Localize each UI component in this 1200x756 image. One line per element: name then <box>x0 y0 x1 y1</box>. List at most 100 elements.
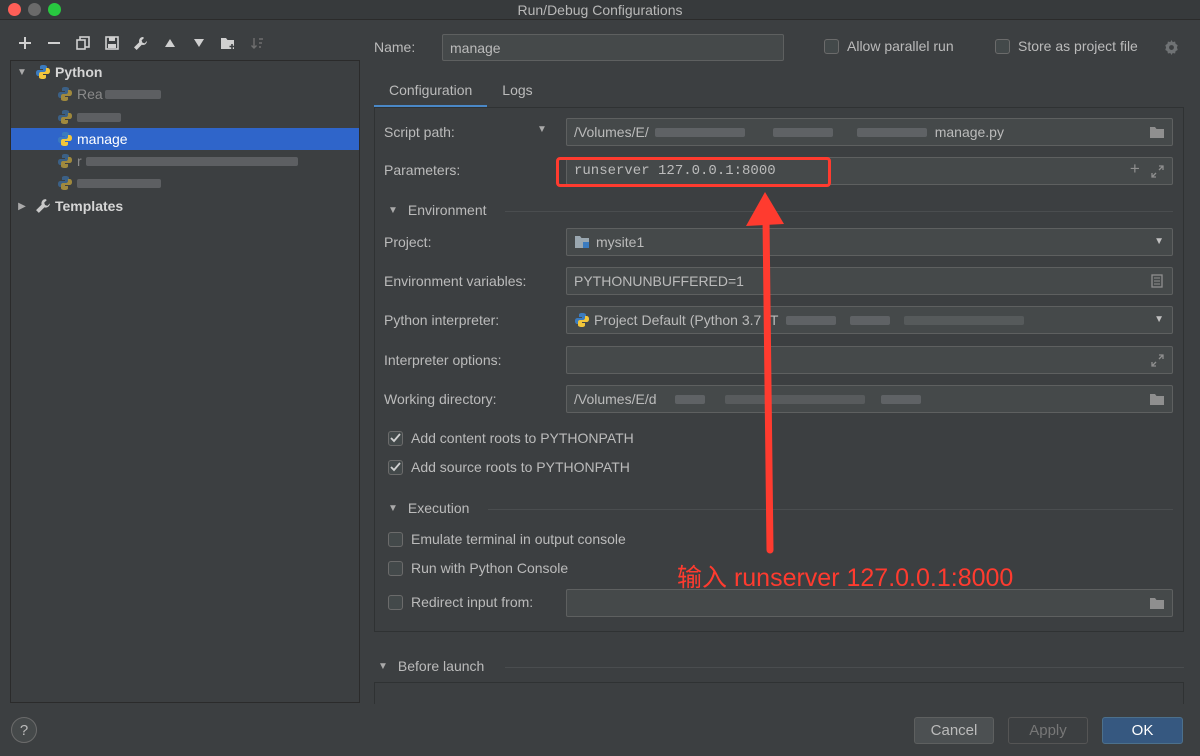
python-icon <box>58 110 72 124</box>
chevron-down-icon[interactable]: ▼ <box>15 65 29 79</box>
expand-icon[interactable] <box>1148 352 1166 368</box>
project-select[interactable]: mysite1 ▼ <box>566 228 1173 256</box>
redirect-input-checkbox[interactable]: Redirect input from: <box>388 594 533 610</box>
emulate-terminal-label: Emulate terminal in output console <box>411 531 626 547</box>
wrench-icon <box>36 199 50 213</box>
run-with-python-console-checkbox[interactable]: Run with Python Console <box>388 560 568 576</box>
tree-node-templates[interactable]: ▶ Templates <box>11 195 359 217</box>
project-folder-icon <box>575 236 589 248</box>
store-as-project-file-checkbox[interactable]: Store as project file <box>995 38 1138 54</box>
arrow-up-icon[interactable] <box>155 30 184 56</box>
tree-item[interactable] <box>11 106 359 128</box>
add-source-roots-checkbox[interactable]: Add source roots to PYTHONPATH <box>388 459 630 475</box>
folder-icon[interactable] <box>1148 391 1166 407</box>
section-divider <box>505 667 1184 668</box>
copy-icon[interactable] <box>68 30 97 56</box>
obscured-text <box>856 127 927 137</box>
tree-item-label: r <box>77 153 82 169</box>
add-parameter-icon[interactable]: + <box>1130 161 1140 180</box>
title-bar: Run/Debug Configurations <box>0 0 1200 20</box>
ok-button[interactable]: OK <box>1102 717 1183 744</box>
checkbox-box[interactable] <box>388 531 403 547</box>
python-interpreter-select[interactable]: Project Default (Python 3.7 (T ▼ <box>566 306 1173 334</box>
script-path-input[interactable]: /Volumes/E/ manage.py <box>566 118 1173 146</box>
working-directory-value: /Volumes/E/d <box>574 391 657 407</box>
working-directory-input[interactable]: /Volumes/E/d <box>566 385 1173 413</box>
sort-icon[interactable] <box>242 30 271 56</box>
interpreter-options-input[interactable] <box>566 346 1173 374</box>
project-value: mysite1 <box>596 234 645 250</box>
minus-icon[interactable] <box>39 30 68 56</box>
chevron-down-icon[interactable]: ▼ <box>1154 314 1164 325</box>
allow-parallel-run-checkbox[interactable]: Allow parallel run <box>824 38 954 54</box>
checkbox-box[interactable] <box>388 594 403 610</box>
arrow-down-icon[interactable] <box>184 30 213 56</box>
tree-item-label: Rea <box>77 86 103 102</box>
obscured-text <box>77 112 121 122</box>
save-icon[interactable] <box>97 30 126 56</box>
checkbox-box[interactable] <box>388 560 403 576</box>
tree-item[interactable]: Rea <box>11 83 359 105</box>
environment-variables-input[interactable]: PYTHONUNBUFFERED=1 <box>566 267 1173 295</box>
section-divider <box>488 509 1173 510</box>
name-input[interactable]: manage <box>442 34 784 61</box>
redirect-input-label: Redirect input from: <box>411 594 534 610</box>
tree-item-label: manage <box>77 131 128 147</box>
document-icon[interactable] <box>1148 273 1166 289</box>
interpreter-options-label: Interpreter options: <box>384 352 502 368</box>
script-path-label: Script path: <box>384 124 455 140</box>
tree-label-python: Python <box>55 64 103 80</box>
tab-logs[interactable]: Logs <box>487 78 547 108</box>
name-label: Name: <box>374 39 416 55</box>
apply-button[interactable]: Apply <box>1008 717 1088 744</box>
checkmark-icon[interactable] <box>388 430 403 446</box>
script-path-dropdown-icon[interactable]: ▼ <box>537 124 547 135</box>
checkbox-box[interactable] <box>824 38 839 54</box>
chevron-down-icon[interactable]: ▼ <box>388 503 398 514</box>
gear-icon[interactable] <box>1164 40 1179 58</box>
chevron-down-icon[interactable]: ▼ <box>378 661 388 672</box>
script-path-value: /Volumes/E/ <box>574 124 649 140</box>
execution-section-header[interactable]: ▼ Execution <box>388 500 469 516</box>
chevron-down-icon[interactable]: ▼ <box>388 205 398 216</box>
allow-parallel-run-label: Allow parallel run <box>847 38 954 54</box>
annotation-highlight-box <box>556 157 831 187</box>
python-icon <box>36 65 50 79</box>
plus-icon[interactable] <box>10 30 39 56</box>
emulate-terminal-checkbox[interactable]: Emulate terminal in output console <box>388 531 626 547</box>
help-button[interactable]: ? <box>11 717 37 743</box>
chevron-right-icon[interactable]: ▶ <box>15 199 29 213</box>
wrench-icon[interactable] <box>126 30 155 56</box>
tab-configuration[interactable]: Configuration <box>374 78 488 108</box>
execution-section-label: Execution <box>407 500 470 516</box>
chevron-down-icon[interactable]: ▼ <box>1154 236 1164 247</box>
tree-item[interactable]: r <box>11 150 359 172</box>
expand-icon[interactable] <box>1148 163 1166 179</box>
obscured-text <box>654 127 745 137</box>
python-icon <box>575 313 589 327</box>
checkbox-box[interactable] <box>995 38 1010 54</box>
tree-item-manage[interactable]: manage <box>11 128 359 150</box>
folder-icon[interactable] <box>1148 124 1166 140</box>
environment-section-header[interactable]: ▼ Environment <box>388 202 487 218</box>
config-tree: ▼ Python Rea manage r ▶ Templates <box>10 60 360 703</box>
python-icon <box>58 176 72 190</box>
store-as-project-file-label: Store as project file <box>1018 38 1138 54</box>
before-launch-list <box>374 682 1184 704</box>
tree-node-python[interactable]: ▼ Python <box>11 61 359 83</box>
parameters-label: Parameters: <box>384 162 461 178</box>
environment-variables-label: Environment variables: <box>384 273 527 289</box>
folder-icon[interactable] <box>1148 595 1166 611</box>
before-launch-section-header[interactable]: ▼ Before launch <box>378 658 484 674</box>
script-path-tail: manage.py <box>934 124 1004 140</box>
cancel-button[interactable]: Cancel <box>914 717 994 744</box>
add-content-roots-checkbox[interactable]: Add content roots to PYTHONPATH <box>388 430 634 446</box>
python-interpreter-label: Python interpreter: <box>384 312 500 328</box>
tree-label-templates: Templates <box>55 198 124 214</box>
python-icon <box>58 87 72 101</box>
checkmark-icon[interactable] <box>388 459 403 475</box>
obscured-text <box>85 156 298 166</box>
tree-item[interactable] <box>11 172 359 194</box>
folder-add-icon[interactable] <box>213 30 242 56</box>
working-directory-label: Working directory: <box>384 391 497 407</box>
